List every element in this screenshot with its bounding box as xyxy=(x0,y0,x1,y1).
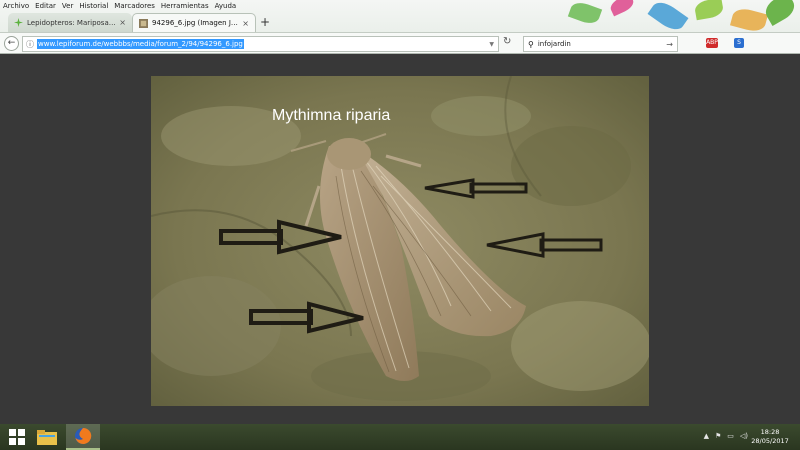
navigation-toolbar: ← ⓘ www.lepiforum.de/webbbs/media/forum_… xyxy=(0,32,800,54)
search-box[interactable]: ⚲ infojardin → xyxy=(523,36,678,52)
search-icon: ⚲ xyxy=(528,39,534,49)
info-icon[interactable]: ⓘ xyxy=(23,39,37,50)
new-tab-button[interactable]: + xyxy=(260,15,270,29)
species-caption: Mythimna riparia xyxy=(272,107,391,124)
menu-archivo[interactable]: Archivo xyxy=(3,2,29,10)
tab-image[interactable]: 94296_6.jpg (Imagen JPEG, 8 × xyxy=(132,13,256,32)
taskbar: ▲ ⚑ ▭ ◁) 18:28 28/05/2017 xyxy=(0,424,800,450)
extension-s-icon[interactable]: S xyxy=(734,38,744,48)
firefox-button[interactable] xyxy=(66,424,100,450)
close-icon[interactable]: × xyxy=(242,19,249,28)
image-icon xyxy=(139,18,148,28)
tab-lepidopteros[interactable]: Lepidopteros: Mariposas y Po × xyxy=(8,13,132,32)
search-input[interactable]: infojardin xyxy=(538,40,571,48)
windows-logo-icon xyxy=(9,429,25,445)
leaf-icon xyxy=(14,18,23,27)
search-go-icon[interactable]: → xyxy=(666,40,673,49)
moth-photo: Mythimna riparia xyxy=(141,75,651,406)
action-center-icon[interactable]: ⚑ xyxy=(715,432,721,440)
menu-ver[interactable]: Ver xyxy=(62,2,73,10)
tab-label: 94296_6.jpg (Imagen JPEG, 8 xyxy=(152,19,240,27)
menu-herramientas[interactable]: Herramientas xyxy=(161,2,209,10)
image-viewer: Mythimna riparia xyxy=(0,54,800,424)
clock-date: 28/05/2017 xyxy=(751,437,789,445)
url-text[interactable]: www.lepiforum.de/webbbs/media/forum_2/94… xyxy=(37,39,244,49)
chevron-down-icon[interactable]: ▼ xyxy=(489,41,494,48)
menu-editar[interactable]: Editar xyxy=(35,2,56,10)
folder-icon xyxy=(37,430,57,445)
file-explorer-button[interactable] xyxy=(30,424,64,450)
system-tray: ▲ ⚑ ▭ ◁) xyxy=(704,432,748,440)
adblock-extension-icon[interactable]: ABP xyxy=(706,38,718,48)
volume-icon[interactable]: ◁) xyxy=(740,432,748,440)
menu-historial[interactable]: Historial xyxy=(79,2,108,10)
reload-button[interactable]: ↻ xyxy=(503,36,511,47)
menu-ayuda[interactable]: Ayuda xyxy=(215,2,237,10)
clock-time: 18:28 xyxy=(760,428,780,436)
back-button[interactable]: ← xyxy=(4,36,19,51)
browser-chrome: Archivo Editar Ver Historial Marcadores … xyxy=(0,0,800,54)
show-hidden-icons-icon[interactable]: ▲ xyxy=(704,432,709,440)
menu-marcadores[interactable]: Marcadores xyxy=(114,2,155,10)
moth-photo-drawing xyxy=(141,75,651,406)
close-icon[interactable]: × xyxy=(119,18,126,27)
tab-strip: Lepidopteros: Mariposas y Po × 94296_6.j… xyxy=(0,12,560,32)
menu-bar: Archivo Editar Ver Historial Marcadores … xyxy=(0,0,236,11)
clock[interactable]: 18:28 28/05/2017 xyxy=(750,428,790,446)
address-bar[interactable]: ⓘ www.lepiforum.de/webbbs/media/forum_2/… xyxy=(22,36,499,52)
start-button[interactable] xyxy=(0,424,34,450)
tab-label: Lepidopteros: Mariposas y Po xyxy=(27,18,116,27)
firefox-icon xyxy=(75,427,92,444)
network-icon[interactable]: ▭ xyxy=(727,432,734,440)
